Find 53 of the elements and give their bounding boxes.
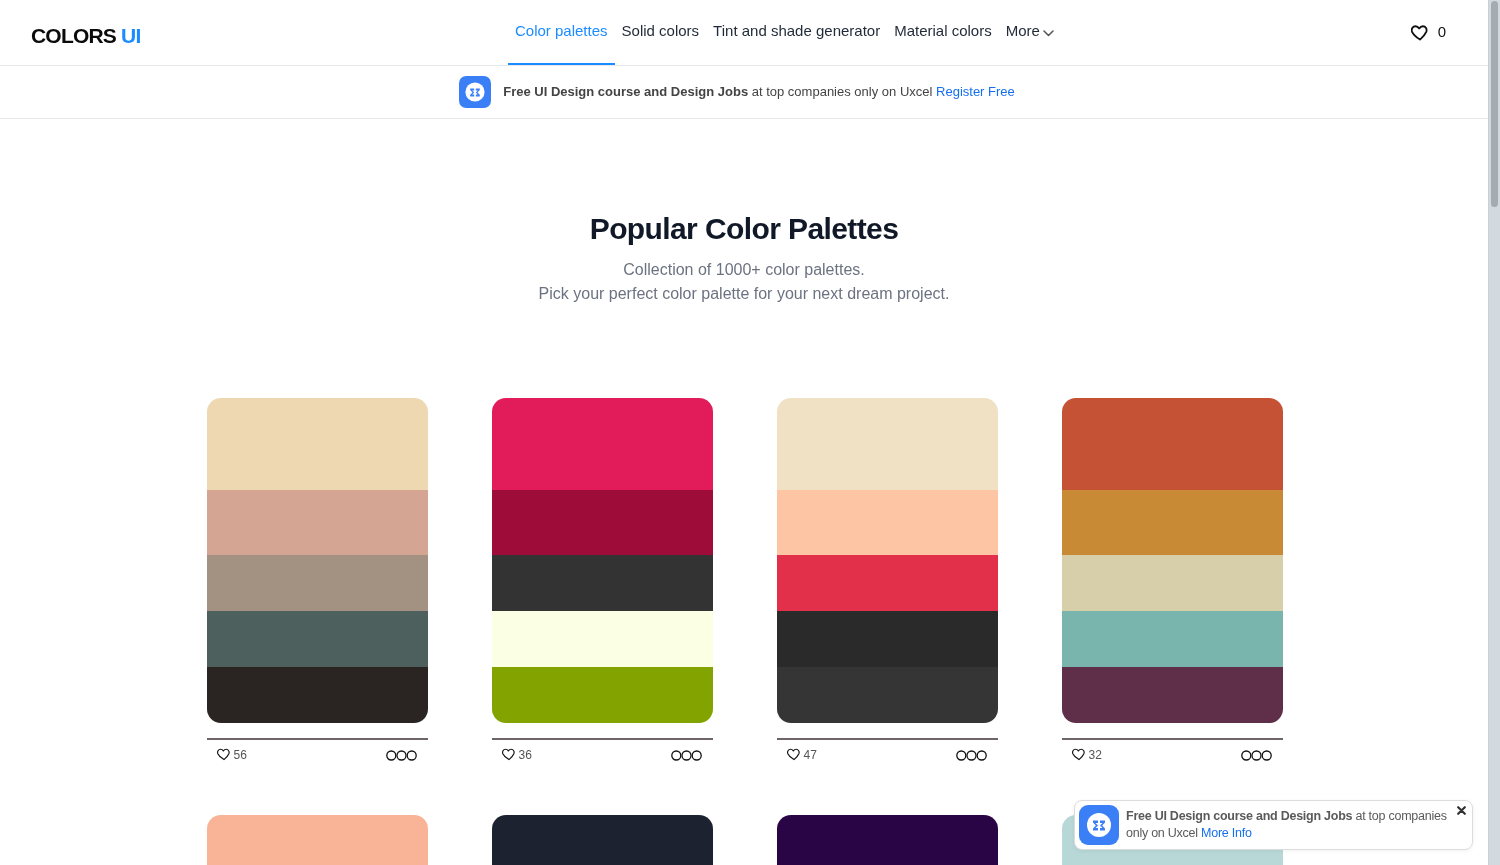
heart-icon	[1071, 748, 1086, 761]
subtitle-text: Collection of 1000+ color palettes.	[622, 260, 866, 280]
three-circles-icon[interactable]	[385, 750, 417, 761]
nav-link[interactable]: Material colors	[887, 0, 999, 65]
color-swatch[interactable]	[206, 611, 428, 667]
scrollbar-thumb[interactable]	[1491, 1, 1498, 207]
color-swatch[interactable]	[491, 611, 713, 667]
color-swatch[interactable]	[491, 667, 713, 723]
color-swatch[interactable]	[206, 490, 428, 555]
color-swatch[interactable]	[206, 398, 428, 490]
app-logo-icon	[459, 76, 492, 108]
color-swatch[interactable]	[1061, 555, 1283, 611]
page-title: Popular Color Palettes	[588, 211, 900, 247]
color-swatch[interactable]	[491, 490, 713, 555]
heart-icon	[216, 748, 231, 761]
color-swatch[interactable]	[491, 398, 713, 490]
color-swatch[interactable]	[1061, 667, 1283, 723]
color-swatch[interactable]	[776, 398, 998, 490]
color-swatch[interactable]	[206, 667, 428, 723]
color-swatch[interactable]	[776, 555, 998, 611]
favorites-button[interactable]: 0	[1410, 0, 1446, 65]
more-info-link[interactable]: More Info	[1201, 826, 1252, 840]
site-logo[interactable]: COLORS UI	[31, 23, 141, 48]
register-link[interactable]: Register Free	[936, 84, 1015, 100]
promo-text: Free UI Design course and Design Jobs at top companies only on Uxcel Register Free	[503, 83, 1015, 102]
like-button[interactable]: 36	[501, 745, 532, 764]
close-icon[interactable]	[1457, 806, 1466, 815]
like-button[interactable]: 56	[216, 745, 247, 764]
heart-icon	[501, 748, 516, 761]
color-swatch[interactable]	[491, 555, 713, 611]
color-swatch[interactable]	[206, 555, 428, 611]
nav-link[interactable]: Solid colors	[614, 0, 707, 65]
promo-text: Free UI Design course and Design Jobs at top companies only on Uxcel More Info	[1126, 808, 1448, 842]
color-swatch[interactable]	[206, 815, 428, 865]
three-circles-icon[interactable]	[955, 750, 987, 761]
color-swatch[interactable]	[491, 815, 713, 865]
color-swatch[interactable]	[776, 667, 998, 723]
three-circles-icon[interactable]	[670, 750, 702, 761]
like-button[interactable]: 47	[786, 745, 817, 764]
color-swatch[interactable]	[1061, 490, 1283, 555]
subtitle-text: Pick your perfect color palette for your next dream project.	[537, 284, 951, 304]
color-swatch[interactable]	[776, 815, 998, 865]
color-swatch[interactable]	[776, 490, 998, 555]
heart-icon	[786, 748, 801, 761]
heart-icon	[1410, 24, 1429, 41]
nav-link[interactable]: Tint and shade generator	[706, 0, 888, 65]
like-button[interactable]: 32	[1071, 745, 1102, 764]
nav-link[interactable]: More	[998, 0, 1061, 65]
color-swatch[interactable]	[1061, 611, 1283, 667]
color-swatch[interactable]	[1061, 398, 1283, 490]
three-circles-icon[interactable]	[1240, 750, 1272, 761]
color-swatch[interactable]	[776, 611, 998, 667]
app-logo-icon	[1079, 805, 1119, 845]
